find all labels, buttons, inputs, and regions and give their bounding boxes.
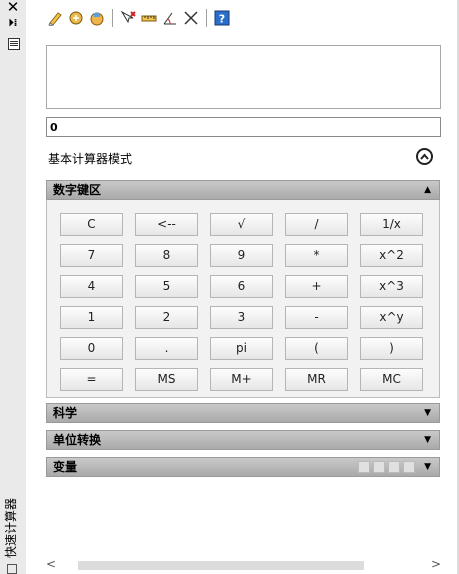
key-multiply[interactable]: * xyxy=(285,244,348,267)
key-1[interactable]: 1 xyxy=(60,306,123,329)
quickcalc-panel: ? 0 基本计算器模式 数字键区 ▲ C <-- √ / 1/x 7 8 9 *… xyxy=(26,0,459,574)
key-open-paren[interactable]: ( xyxy=(285,337,348,360)
key-reciprocal[interactable]: 1/x xyxy=(360,213,423,236)
paste-to-commandline-icon[interactable] xyxy=(88,9,106,27)
palette-title-strip: ✕ ⏵⁞ 快速计算器 xyxy=(0,0,27,574)
key-power[interactable]: x^y xyxy=(360,306,423,329)
help-icon[interactable]: ? xyxy=(213,9,231,27)
key-7[interactable]: 7 xyxy=(60,244,123,267)
key-decimal[interactable]: . xyxy=(135,337,198,360)
keypad: C <-- √ / 1/x 7 8 9 * x^2 4 5 6 + x^3 1 … xyxy=(46,200,440,398)
key-cube[interactable]: x^3 xyxy=(360,275,423,298)
auto-hide-icon[interactable]: ⏵⁞ xyxy=(6,17,20,31)
section-variables-label: 变量 xyxy=(53,460,78,474)
key-sqrt[interactable]: √ xyxy=(210,213,273,236)
key-close-paren[interactable]: ) xyxy=(360,337,423,360)
key-8[interactable]: 8 xyxy=(135,244,198,267)
history-area[interactable] xyxy=(46,45,441,109)
key-6[interactable]: 6 xyxy=(210,275,273,298)
delete-variable-icon[interactable] xyxy=(388,461,400,473)
key-0[interactable]: 0 xyxy=(60,337,123,360)
key-memory-recall[interactable]: MR xyxy=(285,368,348,391)
palette-title: 快速计算器 xyxy=(2,484,19,574)
key-clear[interactable]: C xyxy=(60,213,123,236)
key-add[interactable]: + xyxy=(285,275,348,298)
section-units-header[interactable]: 单位转换 ▼ xyxy=(46,430,440,450)
eraser-icon[interactable] xyxy=(46,9,64,27)
collapse-toggle-icon[interactable] xyxy=(416,148,433,165)
new-variable-icon[interactable] xyxy=(358,461,370,473)
chevron-down-icon: ▼ xyxy=(424,462,431,472)
chevron-down-icon: ▼ xyxy=(424,435,431,445)
angle-icon[interactable] xyxy=(161,9,179,27)
key-subtract[interactable]: - xyxy=(285,306,348,329)
chevron-up-icon: ▲ xyxy=(424,185,431,195)
key-5[interactable]: 5 xyxy=(135,275,198,298)
edit-variable-icon[interactable] xyxy=(373,461,385,473)
key-backspace[interactable]: <-- xyxy=(135,213,198,236)
input-box[interactable]: 0 xyxy=(46,117,441,137)
section-keypad-header[interactable]: 数字键区 ▲ xyxy=(46,180,440,200)
section-units-label: 单位转换 xyxy=(53,433,102,447)
properties-icon[interactable] xyxy=(8,38,20,50)
calculator-icon[interactable] xyxy=(403,461,415,473)
variable-tools xyxy=(355,461,415,473)
section-keypad-label: 数字键区 xyxy=(53,183,102,197)
key-4[interactable]: 4 xyxy=(60,275,123,298)
key-3[interactable]: 3 xyxy=(210,306,273,329)
key-pi[interactable]: pi xyxy=(210,337,273,360)
key-2[interactable]: 2 xyxy=(135,306,198,329)
close-icon[interactable]: ✕ xyxy=(6,0,20,15)
number-conversion-icon[interactable] xyxy=(67,9,85,27)
scroll-left-icon[interactable]: < xyxy=(46,557,56,571)
key-memory-clear[interactable]: MC xyxy=(360,368,423,391)
palette-icon xyxy=(6,564,17,574)
chevron-down-icon: ▼ xyxy=(424,408,431,418)
section-science-header[interactable]: 科学 ▼ xyxy=(46,403,440,423)
toolbar-separator xyxy=(206,9,207,27)
toolbar-separator xyxy=(112,9,113,27)
scroll-thumb[interactable] xyxy=(78,561,364,570)
horizontal-scrollbar[interactable]: < > xyxy=(46,557,441,574)
key-equals[interactable]: = xyxy=(60,368,123,391)
toolbar: ? xyxy=(46,8,234,28)
distance-icon[interactable] xyxy=(140,9,158,27)
section-science-label: 科学 xyxy=(53,406,78,420)
scroll-right-icon[interactable]: > xyxy=(431,557,441,571)
intersection-icon[interactable] xyxy=(182,9,200,27)
section-variables-header[interactable]: 变量 ▼ xyxy=(46,457,440,477)
get-coordinates-icon[interactable] xyxy=(119,9,137,27)
key-divide[interactable]: / xyxy=(285,213,348,236)
key-9[interactable]: 9 xyxy=(210,244,273,267)
svg-text:?: ? xyxy=(219,13,225,26)
mode-label: 基本计算器模式 xyxy=(48,152,133,166)
key-square[interactable]: x^2 xyxy=(360,244,423,267)
key-memory-add[interactable]: M+ xyxy=(210,368,273,391)
key-memory-store[interactable]: MS xyxy=(135,368,198,391)
